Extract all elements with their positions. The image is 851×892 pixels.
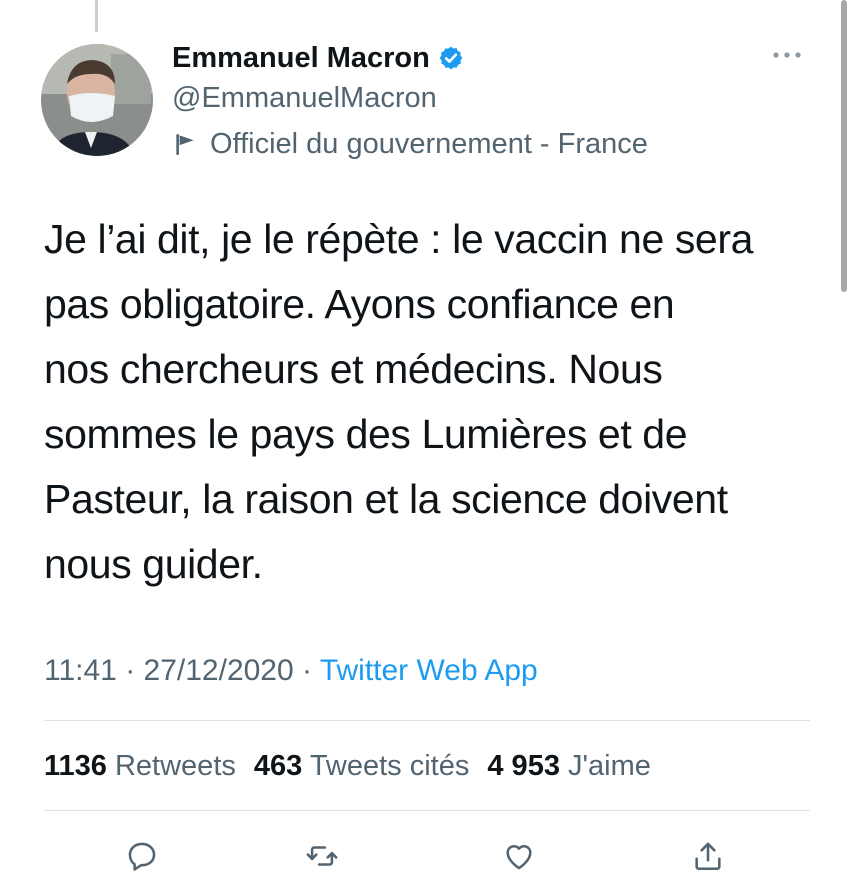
quotes-label: Tweets cités	[309, 750, 470, 782]
affiliation-label: Officiel du gouvernement - France	[210, 128, 648, 160]
likes-label: J'aime	[568, 750, 651, 782]
likes-count: 4 953	[487, 750, 560, 782]
tweet-text-line: sommes le pays des Lumières et de	[44, 411, 688, 457]
share-icon	[695, 842, 721, 871]
likes-stat[interactable]: 4 953 J'aime	[487, 750, 651, 782]
action-bar	[0, 834, 851, 878]
share-button[interactable]	[686, 834, 730, 878]
engagement-stats: 1136 Retweets 463 Tweets cités 4 953 J'aim…	[44, 746, 669, 786]
verified-badge-icon	[439, 46, 463, 70]
author-handle[interactable]: @EmmanuelMacron	[172, 80, 437, 116]
more-options-icon	[773, 52, 801, 58]
retweet-button[interactable]	[300, 834, 344, 878]
more-options-button[interactable]	[767, 40, 807, 70]
author-display-name[interactable]: Emmanuel Macron	[172, 40, 430, 76]
tweet-time[interactable]: 11:41	[44, 654, 117, 687]
retweets-label: Retweets	[114, 750, 236, 782]
tweet-text-line: Pasteur, la raison et la science doivent	[44, 476, 728, 522]
reply-button[interactable]	[120, 834, 164, 878]
divider	[44, 720, 810, 721]
tweet-date[interactable]: 27/12/2020	[144, 654, 294, 687]
tweet-source-link[interactable]: Twitter Web App	[320, 654, 538, 687]
tweet-text-line: nous guider.	[44, 541, 263, 587]
avatar[interactable]	[41, 44, 153, 156]
quotes-count: 463	[253, 750, 303, 782]
flag-icon	[176, 134, 194, 155]
meta-separator: ·	[116, 654, 144, 687]
reply-icon	[128, 842, 156, 871]
retweet-icon	[306, 846, 338, 866]
thread-connector-line	[95, 0, 98, 32]
meta-separator: ·	[293, 654, 320, 687]
author-name-row[interactable]: Emmanuel Macron	[172, 40, 464, 76]
affiliation-label-row: Officiel du gouvernement - France	[172, 126, 648, 162]
divider	[44, 810, 810, 811]
tweet-text-line: Je l’ai dit, je le répète : le vaccin ne…	[44, 216, 753, 262]
retweets-stat[interactable]: 1136 Retweets	[44, 750, 236, 782]
retweets-count: 1136	[44, 750, 107, 782]
tweet-text-line: pas obligatoire. Ayons confiance en	[44, 281, 675, 327]
scrollbar[interactable]	[841, 0, 847, 292]
quotes-stat[interactable]: 463 Tweets cités	[254, 750, 470, 782]
like-button[interactable]	[497, 834, 541, 878]
heart-icon	[506, 844, 532, 870]
tweet-text-line: nos chercheurs et médecins. Nous	[44, 346, 663, 392]
avatar-image	[41, 44, 153, 156]
tweet-text: Je l’ai dit, je le répète : le vaccin ne…	[44, 207, 814, 597]
tweet-metadata: 11:41 · 27/12/2020 · Twitter Web App	[44, 651, 538, 691]
